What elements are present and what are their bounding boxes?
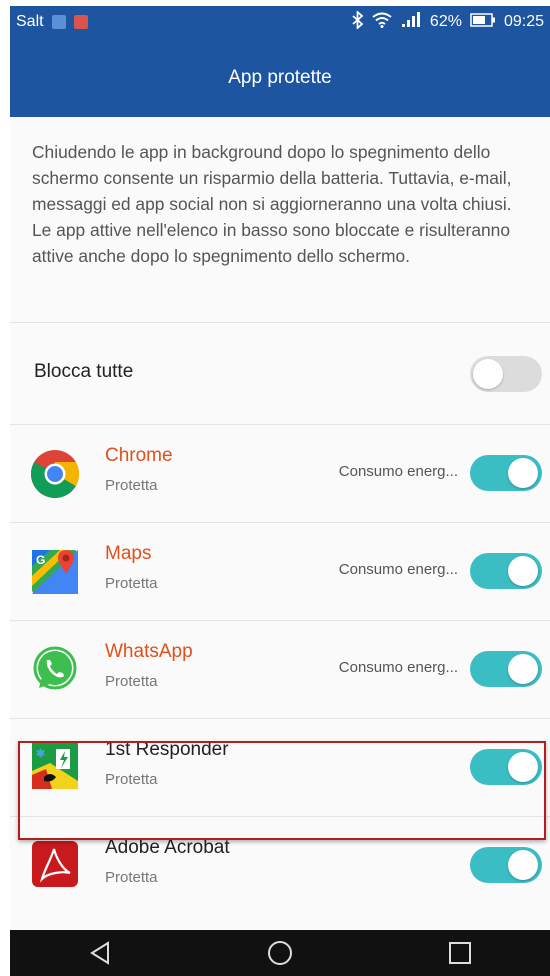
toggle-knob (508, 556, 538, 586)
toggle-knob (473, 359, 503, 389)
app-status: Protetta (105, 869, 158, 886)
maps-icon: G (30, 546, 80, 596)
app-row-1st-responder[interactable]: ✱ 1st Responder Protetta (10, 719, 550, 816)
adobe-acrobat-icon (30, 839, 80, 889)
status-left: Salt (16, 13, 88, 31)
home-button[interactable] (256, 930, 304, 976)
whatsapp-toggle[interactable] (470, 651, 542, 687)
app-name: WhatsApp (105, 641, 193, 662)
power-consumption-label: Consumo energ... (338, 659, 458, 676)
block-all-label: Blocca tutte (34, 361, 134, 382)
notification-icon (51, 15, 66, 29)
status-bar: Salt 62% 09:25 (10, 6, 550, 38)
maps-toggle[interactable] (470, 553, 542, 589)
toggle-knob (508, 458, 538, 488)
whatsapp-icon (30, 644, 80, 694)
power-consumption-label: Consumo energ... (338, 561, 458, 578)
app-name: Chrome (105, 445, 173, 466)
toggle-knob (508, 752, 538, 782)
clock: 09:25 (503, 13, 544, 30)
status-right: 62% 09:25 (352, 9, 544, 34)
battery-icon (470, 12, 496, 32)
recents-button[interactable] (436, 930, 484, 976)
signal-icon (400, 11, 422, 33)
adobe-acrobat-toggle[interactable] (470, 847, 542, 883)
app-status: Protetta (105, 673, 158, 690)
carrier-name: Salt (16, 13, 44, 30)
recents-icon (449, 942, 471, 964)
app-row-whatsapp[interactable]: WhatsApp Protetta Consumo energ... (10, 621, 550, 718)
wifi-icon (372, 12, 392, 33)
description-paragraph-2: Le app attive nell'elenco in basso sono … (32, 220, 511, 266)
navigation-bar (10, 930, 550, 976)
bluetooth-icon (352, 9, 364, 34)
first-responder-toggle[interactable] (470, 749, 542, 785)
block-all-toggle[interactable] (470, 356, 542, 392)
app-status: Protetta (105, 771, 158, 788)
app-status: Protetta (105, 477, 158, 494)
power-consumption-label: Consumo energ... (338, 463, 458, 480)
app-name: Maps (105, 543, 152, 564)
home-icon (268, 941, 292, 965)
warning-icon (73, 15, 88, 29)
battery-percent: 62% (429, 13, 462, 30)
back-button[interactable] (76, 930, 124, 976)
page-title: App protette (228, 66, 332, 88)
svg-text:✱: ✱ (36, 748, 45, 760)
chrome-icon (30, 449, 80, 499)
description: Chiudendo le app in background dopo lo s… (10, 117, 550, 322)
toggle-knob (508, 850, 538, 880)
app-name: Adobe Acrobat (105, 837, 230, 858)
app-bar: App protette (10, 38, 550, 117)
app-row-adobe-acrobat[interactable]: Adobe Acrobat Protetta (10, 817, 550, 914)
back-icon (90, 941, 109, 965)
svg-text:G: G (36, 553, 45, 567)
chrome-toggle[interactable] (470, 455, 542, 491)
description-paragraph-1: Chiudendo le app in background dopo lo s… (32, 142, 512, 214)
phone-screen: Salt 62% 09:25 App protette Chiudendo le… (10, 6, 550, 976)
first-responder-icon: ✱ (30, 741, 80, 791)
block-all-row[interactable]: Blocca tutte (10, 323, 550, 424)
app-name: 1st Responder (105, 739, 229, 760)
app-row-maps[interactable]: G Maps Protetta Consumo energ... (10, 523, 550, 620)
toggle-knob (508, 654, 538, 684)
app-status: Protetta (105, 575, 158, 592)
app-row-chrome[interactable]: Chrome Protetta Consumo energ... (10, 425, 550, 522)
